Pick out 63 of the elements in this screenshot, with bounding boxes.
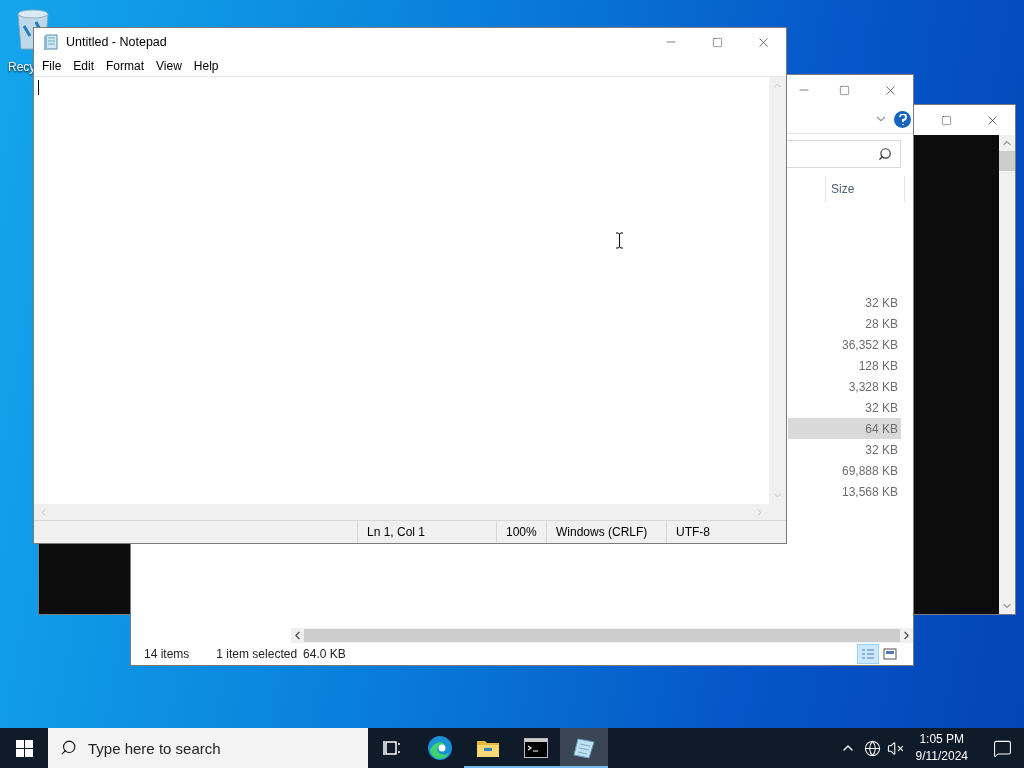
status-text: UTF-8 — [666, 521, 786, 543]
menu-item[interactable]: Format — [100, 59, 151, 73]
selection-status: 1 item selected — [216, 647, 298, 661]
menu-item[interactable]: View — [150, 59, 188, 73]
help-icon[interactable] — [894, 110, 911, 128]
maximize-icon — [838, 84, 850, 96]
scroll-thumb[interactable] — [304, 629, 900, 642]
file-size: 13,568 KB — [841, 484, 899, 499]
status-text: Ln 1, Col 1 — [357, 521, 496, 543]
network-icon[interactable] — [863, 739, 881, 757]
menu-item[interactable]: Edit — [67, 59, 101, 73]
file-row[interactable]: 13,568 KB — [788, 481, 901, 502]
terminal-icon — [524, 738, 548, 758]
file-size: 36,352 KB — [841, 337, 899, 352]
muted-speaker-icon[interactable] — [886, 739, 904, 757]
maximize-icon — [711, 36, 723, 48]
notification-icon — [992, 738, 1012, 758]
folder-icon — [476, 738, 500, 758]
file-row[interactable]: 32 KB — [788, 292, 901, 313]
task-view-icon — [383, 740, 401, 756]
notepad-icon — [572, 737, 596, 759]
file-row[interactable]: 69,888 KB — [788, 460, 901, 481]
details-view-button[interactable] — [857, 644, 879, 664]
selection-size: 64.0 KB — [303, 647, 346, 661]
file-row[interactable]: 36,352 KB — [788, 334, 901, 355]
status-text: 100% — [496, 521, 546, 543]
file-row[interactable]: 3,328 KB — [788, 376, 901, 397]
details-view-icon — [861, 648, 875, 660]
file-row[interactable]: 128 KB — [788, 355, 901, 376]
file-row[interactable]: 32 KB — [788, 397, 901, 418]
thumbnails-view-icon — [883, 648, 897, 660]
file-size: 32 KB — [865, 295, 899, 310]
file-size: 128 KB — [858, 358, 899, 373]
vertical-scrollbar[interactable] — [769, 77, 786, 504]
search-field[interactable]: Type here to search — [48, 728, 368, 768]
scroll-thumb[interactable] — [999, 151, 1015, 171]
menu-item[interactable]: File — [36, 59, 68, 73]
file-size: 3,328 KB — [848, 379, 899, 394]
file-row[interactable]: 28 KB — [788, 313, 901, 334]
file-size: 32 KB — [865, 442, 899, 457]
maximize-icon — [940, 114, 952, 126]
column-header[interactable]: Size — [825, 176, 905, 202]
windows-logo-icon — [15, 739, 33, 757]
text-cursor-icon — [615, 232, 624, 249]
file-size: 32 KB — [865, 400, 899, 415]
search-icon — [60, 739, 77, 756]
file-row[interactable]: 64 KB — [788, 418, 901, 439]
text-caret — [38, 80, 39, 95]
item-count: 14 items — [144, 647, 190, 661]
status-text: Windows (CRLF) — [546, 521, 666, 543]
clock[interactable]: 1:05 PM 9/11/2024 — [909, 731, 974, 765]
menu-item[interactable]: Help — [187, 59, 225, 73]
file-row[interactable]: 32 KB — [788, 439, 901, 460]
file-size: 28 KB — [865, 316, 899, 331]
search-field[interactable] — [787, 140, 901, 168]
vertical-scrollbar[interactable] — [999, 135, 1015, 614]
file-size: 64 KB — [865, 421, 899, 436]
window-title: Untitled - Notepad — [66, 35, 168, 49]
taskbar-app-button[interactable] — [560, 728, 608, 768]
edge-browser-icon — [427, 735, 453, 761]
notepad-icon — [42, 33, 60, 51]
file-size: 69,888 KB — [841, 463, 899, 478]
search-icon — [878, 147, 892, 161]
